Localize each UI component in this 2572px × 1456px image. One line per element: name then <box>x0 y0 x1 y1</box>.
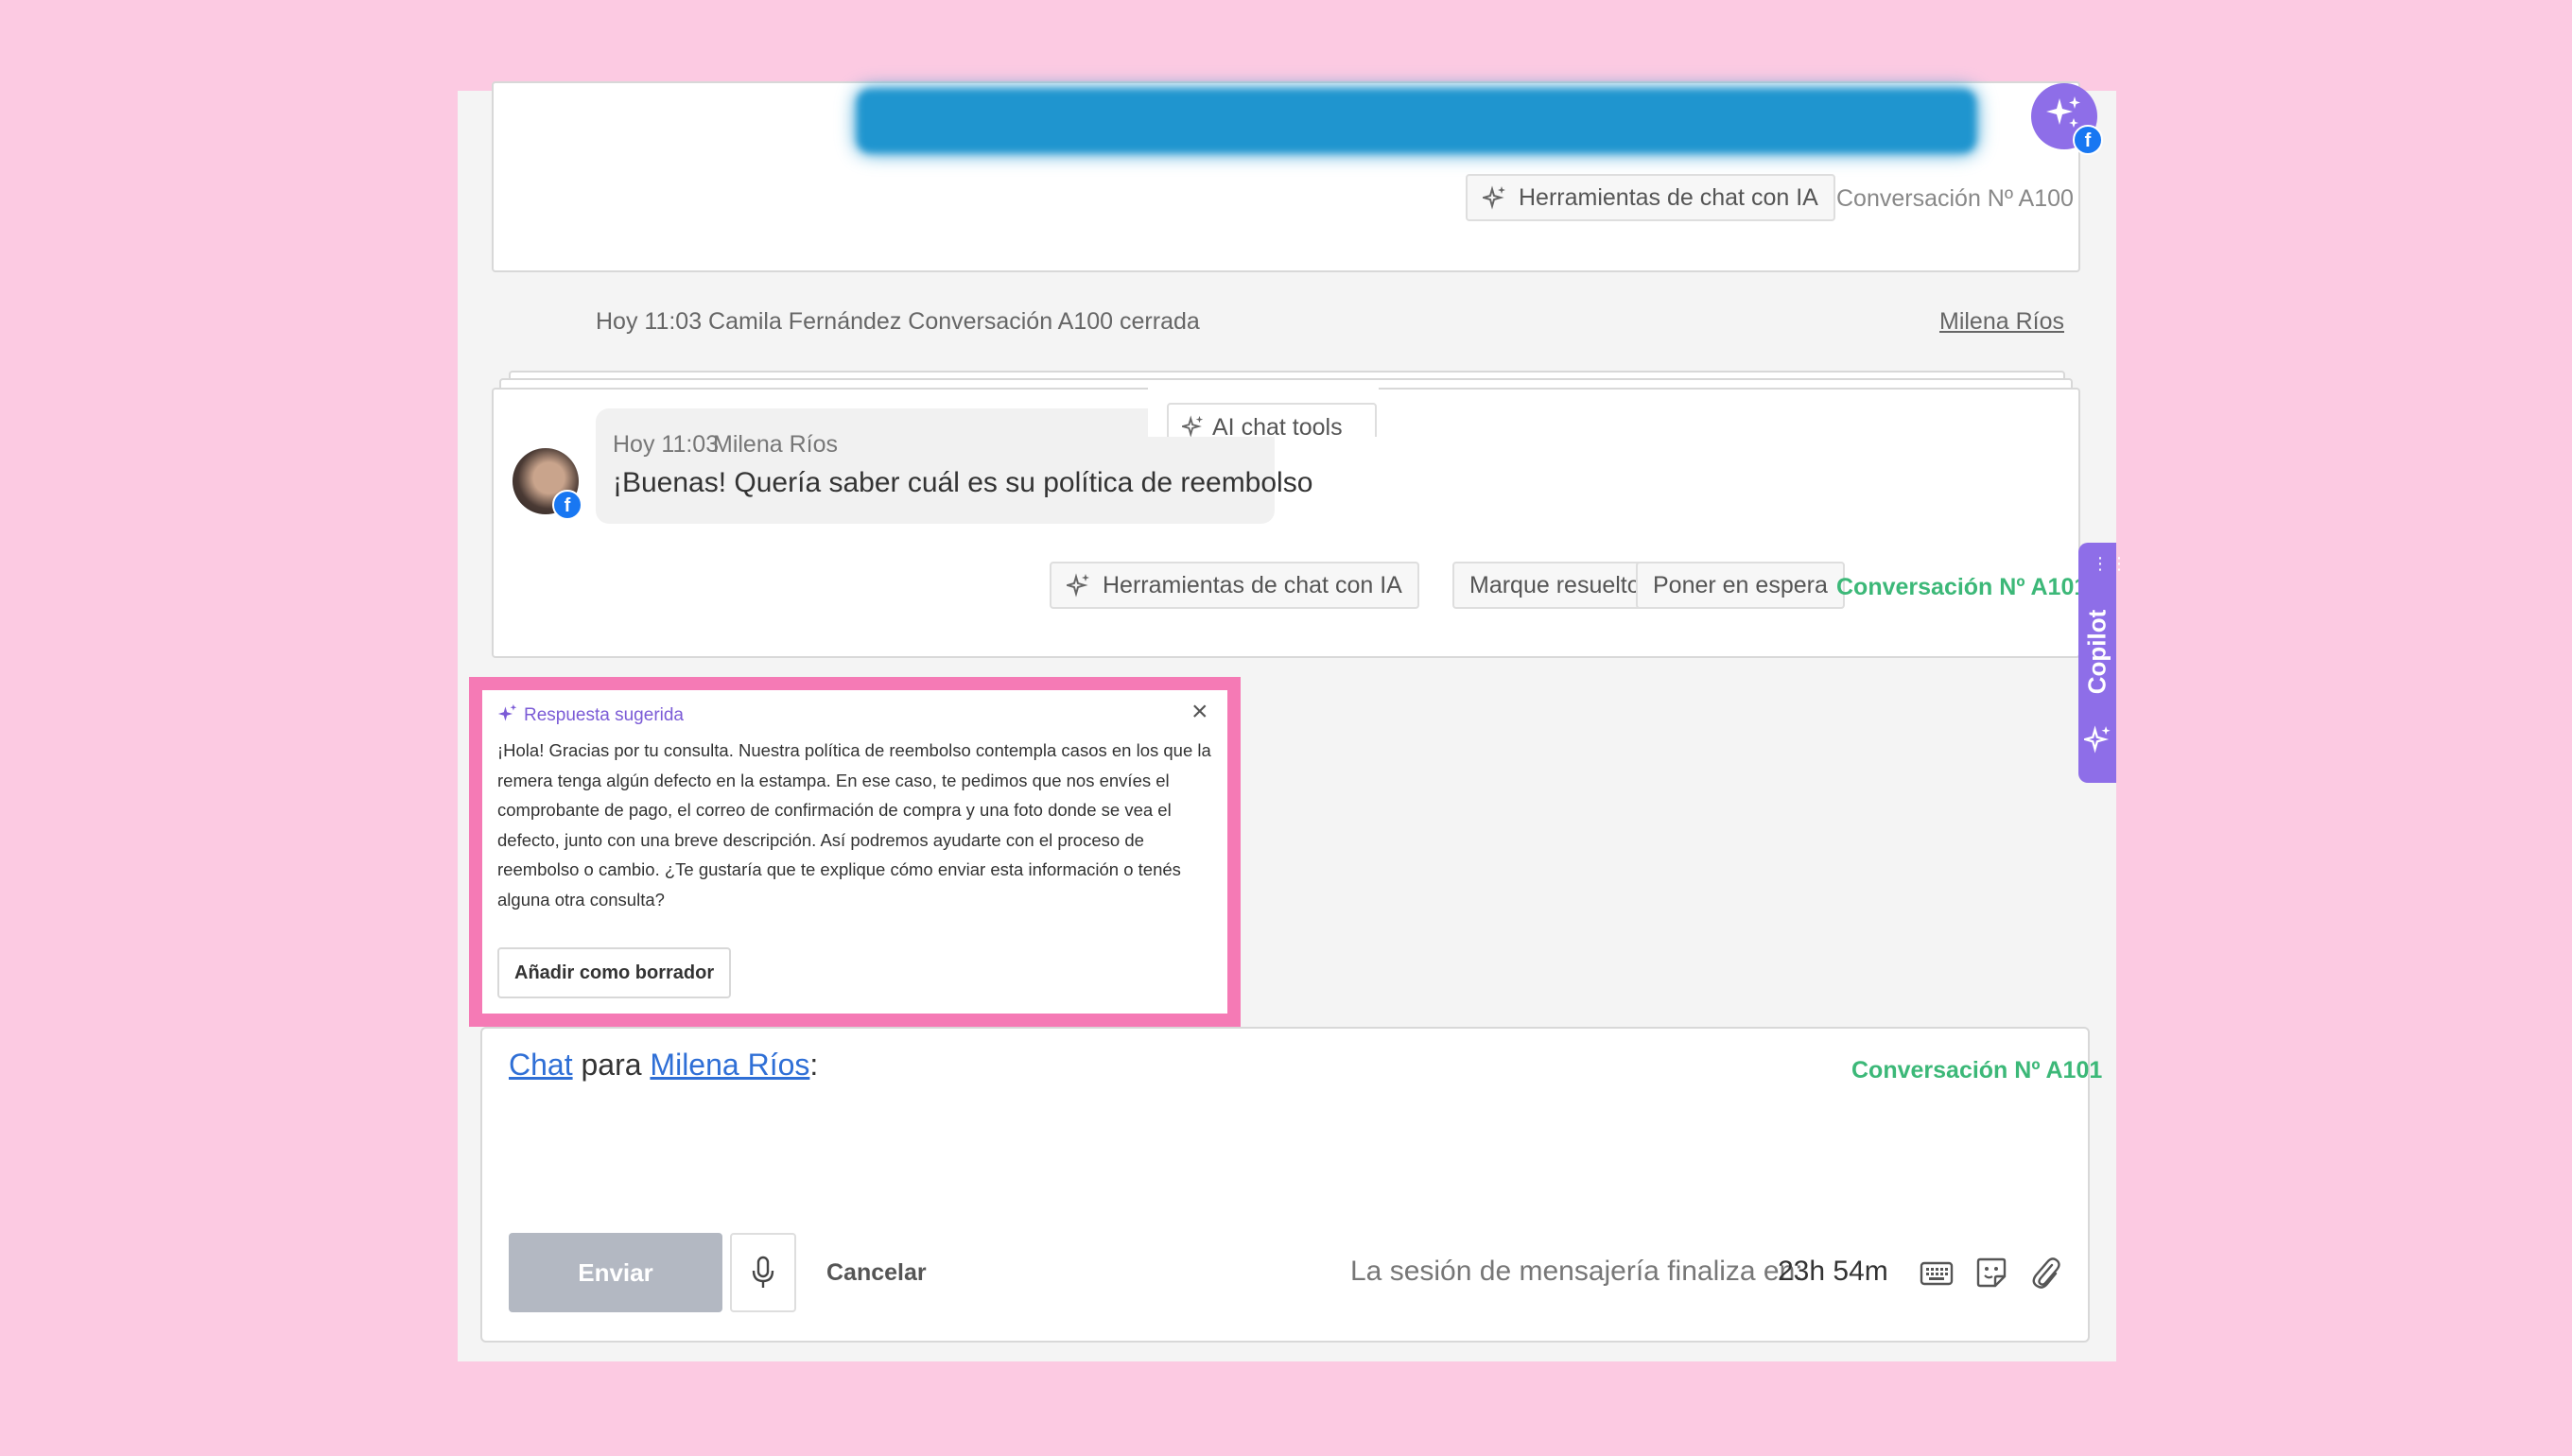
facebook-icon: f <box>2073 125 2103 155</box>
assignee-link[interactable]: Milena Ríos <box>1939 308 2064 336</box>
sparkles-icon <box>2080 724 2112 759</box>
channel-link[interactable]: Chat <box>509 1048 573 1082</box>
header-colon: : <box>809 1048 819 1082</box>
add-as-draft-label: Añadir como borrador <box>514 962 715 983</box>
sparkles-icon <box>497 703 517 721</box>
previous-message-card: f Herramientas de chat con IA Conversaci… <box>492 81 2103 272</box>
drag-handle-icon[interactable]: ⋮⋮ <box>2092 555 2129 572</box>
send-label: Enviar <box>578 1257 653 1287</box>
cancel-button[interactable]: Cancelar <box>826 1259 927 1287</box>
copilot-tab[interactable]: ⋮⋮ Copilot <box>2078 543 2128 783</box>
message-author: Milena Ríos <box>713 431 838 458</box>
message-card: f Hoy 11:03 Milena Ríos ¡Buenas! Quería … <box>492 384 2087 658</box>
close-icon[interactable]: × <box>1191 696 1208 728</box>
ai-chat-tools-tooltip-label: AI chat tools <box>1212 414 1343 437</box>
sticker-icon[interactable] <box>1974 1256 2008 1294</box>
avatar: f <box>513 448 582 520</box>
mark-resolved-label: Marque resuelto <box>1469 571 1641 598</box>
ai-chat-tools-button[interactable]: Herramientas de chat con IA <box>1466 174 1835 221</box>
sparkles-icon <box>1067 573 1089 598</box>
ai-chat-tools-button[interactable]: Herramientas de chat con IA <box>1050 562 1419 609</box>
ai-chat-tools-label: Herramientas de chat con IA <box>1103 571 1402 598</box>
blurred-message-bubble <box>857 89 1976 153</box>
suggested-reply-header: Respuesta sugerida <box>497 703 684 726</box>
mark-resolved-button[interactable]: Marque resuelto <box>1452 562 1658 609</box>
sparkles-icon <box>1483 185 1505 210</box>
facebook-icon: f <box>552 490 582 520</box>
paperclip-icon[interactable] <box>2029 1254 2061 1296</box>
hold-label: Poner en espera <box>1653 571 1828 598</box>
conversation-number[interactable]: Conversación Nº A100 <box>1836 185 2074 213</box>
hold-button[interactable]: Poner en espera <box>1636 562 1845 609</box>
suggested-reply-title: Respuesta sugerida <box>524 705 684 725</box>
send-button[interactable]: Enviar <box>509 1233 722 1312</box>
ai-chat-tools-tooltip: AI chat tools <box>1148 384 1379 437</box>
message-body: ¡Buenas! Quería saber cuál es su polític… <box>613 467 1313 498</box>
to-word: para <box>581 1048 642 1082</box>
keyboard-icon[interactable] <box>1920 1259 1954 1292</box>
microphone-icon <box>752 1256 774 1288</box>
composer-header: Chat para Milena Ríos: <box>509 1048 818 1083</box>
message-input[interactable] <box>509 1099 2059 1212</box>
microphone-button[interactable] <box>730 1233 796 1312</box>
suggested-reply-body: ¡Hola! Gracias por tu consulta. Nuestra … <box>497 740 1211 910</box>
session-time: 23h 54m <box>1778 1256 1888 1287</box>
system-event-text: Hoy 11:03 Camila Fernández Conversación … <box>596 308 1200 335</box>
session-label: La sesión de mensajería finaliza en: <box>1350 1256 1803 1287</box>
recipient-link[interactable]: Milena Ríos <box>650 1048 809 1082</box>
ai-chat-tools-label: Herramientas de chat con IA <box>1519 183 1818 211</box>
copilot-label: Copilot <box>2082 609 2111 695</box>
message-timestamp: Hoy 11:03 <box>613 431 720 458</box>
bot-avatar: f <box>2031 83 2103 155</box>
conversation-panel: f Herramientas de chat con IA Conversaci… <box>458 81 2128 1361</box>
conversation-number[interactable]: Conversación Nº A101 <box>1851 1057 2102 1084</box>
conversation-number[interactable]: Conversación Nº A101 <box>1836 574 2087 601</box>
sparkles-icon <box>1179 415 1204 437</box>
add-as-draft-button[interactable]: Añadir como borrador <box>497 947 732 998</box>
message-composer: Chat para Milena Ríos: Conversación Nº A… <box>480 1027 2102 1343</box>
suggested-reply-highlight: Respuesta sugerida × ¡Hola! Gracias por … <box>469 677 1241 1027</box>
